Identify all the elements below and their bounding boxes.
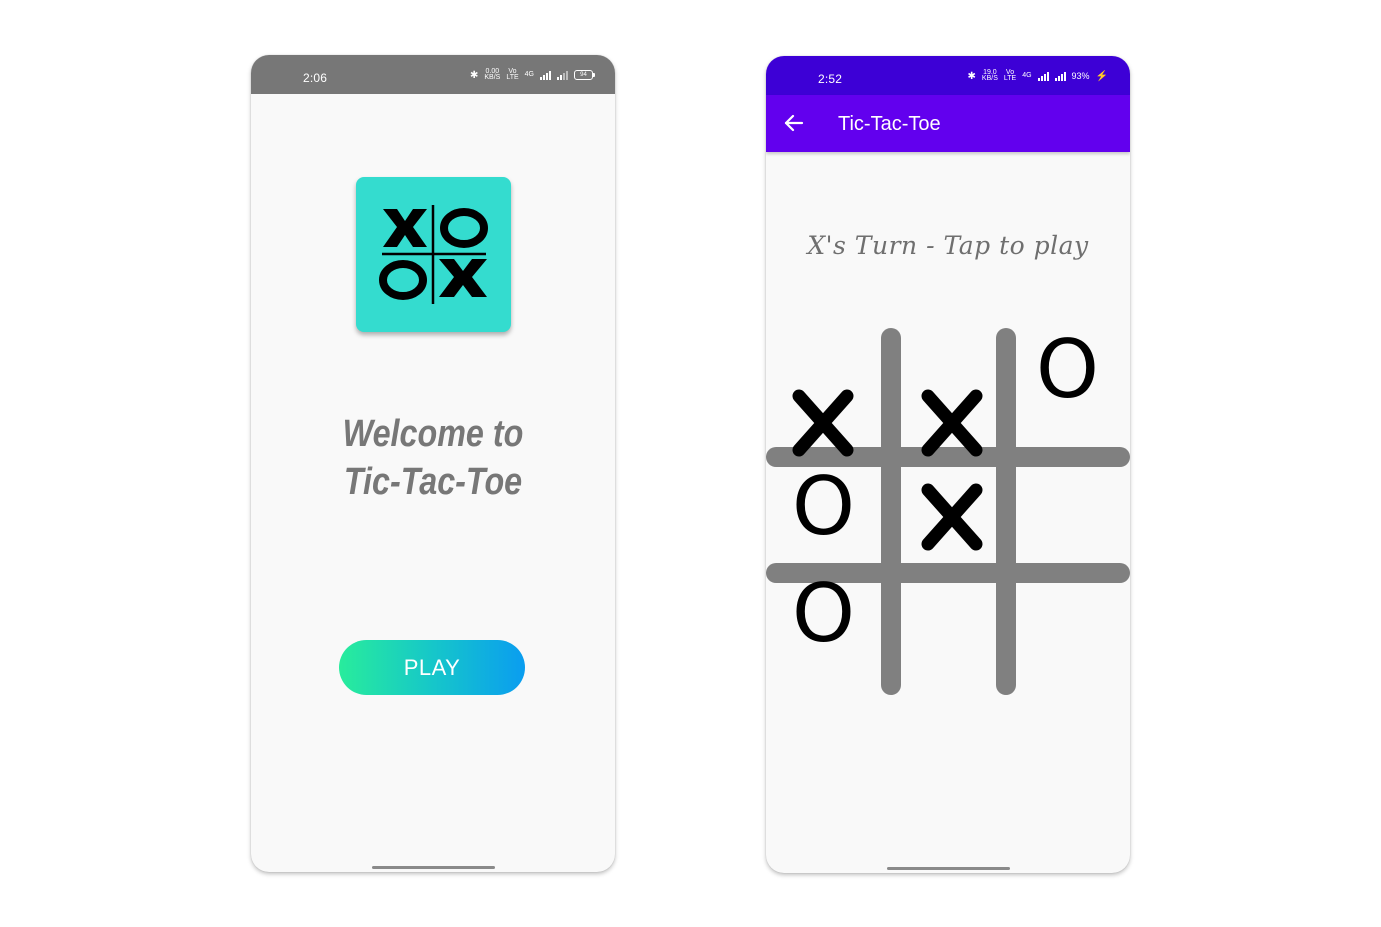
status-icons: ✱ 0.00 KB/S Vo LTE 4G 94 bbox=[469, 68, 595, 81]
x-mark bbox=[921, 483, 983, 551]
battery-icon: 94 bbox=[574, 70, 595, 80]
play-button[interactable]: PLAY bbox=[339, 640, 525, 695]
o-mark: O bbox=[792, 460, 855, 553]
arrow-left-icon[interactable] bbox=[780, 109, 808, 137]
network-type: 4G bbox=[524, 71, 534, 78]
board-cell[interactable]: O bbox=[1016, 326, 1130, 441]
board-cell[interactable] bbox=[901, 467, 1016, 582]
x-mark bbox=[921, 389, 983, 457]
welcome-line-1: Welcome to bbox=[342, 413, 524, 455]
o-mark: O bbox=[1036, 323, 1099, 416]
signal-icon bbox=[540, 70, 551, 80]
charging-icon: ⚡ bbox=[1095, 70, 1108, 82]
game-board: OOO bbox=[766, 326, 1130, 696]
volte-indicator: Vo LTE bbox=[506, 68, 519, 81]
status-time: 2:52 bbox=[818, 72, 843, 86]
status-bar: 2:06 ✱ 0.00 KB/S Vo LTE 4G 94 bbox=[251, 55, 615, 94]
home-indicator[interactable] bbox=[372, 866, 495, 869]
board-cell[interactable]: O bbox=[766, 570, 881, 698]
x-mark bbox=[792, 389, 854, 457]
board-cell[interactable] bbox=[901, 583, 1016, 698]
signal-icon-2 bbox=[1054, 71, 1066, 81]
board-cell[interactable] bbox=[901, 326, 1016, 457]
status-bar: 2:52 ✱ 19.0 KB/S Vo LTE 4G 93% ⚡ bbox=[766, 56, 1130, 95]
bluetooth-icon: ✱ bbox=[967, 70, 976, 82]
status-icons: ✱ 19.0 KB/S Vo LTE 4G 93% ⚡ bbox=[967, 69, 1108, 82]
game-screen: 2:52 ✱ 19.0 KB/S Vo LTE 4G 93% ⚡ Tic-Tac… bbox=[766, 56, 1130, 873]
signal-icon-2 bbox=[557, 70, 568, 80]
board-cell[interactable] bbox=[766, 326, 881, 457]
home-indicator[interactable] bbox=[887, 867, 1010, 870]
xo-logo-icon bbox=[356, 177, 511, 332]
welcome-screen: 2:06 ✱ 0.00 KB/S Vo LTE 4G 94 Welcome to… bbox=[251, 55, 615, 872]
grid-line-vertical bbox=[881, 328, 901, 695]
board-cell[interactable] bbox=[1016, 467, 1130, 582]
board-cell[interactable]: O bbox=[766, 463, 881, 582]
volte-indicator: Vo LTE bbox=[1003, 69, 1017, 82]
welcome-heading: Welcome to Tic-Tac-Toe bbox=[278, 410, 587, 506]
bluetooth-icon: ✱ bbox=[469, 69, 479, 81]
o-mark: O bbox=[792, 567, 855, 660]
app-toolbar: Tic-Tac-Toe bbox=[766, 95, 1130, 152]
network-speed: 19.0 KB/S bbox=[981, 69, 998, 82]
toolbar-title: Tic-Tac-Toe bbox=[838, 113, 941, 135]
status-time: 2:06 bbox=[303, 71, 328, 85]
turn-status: X's Turn - Tap to play bbox=[807, 231, 1089, 260]
battery-percent: 93% bbox=[1071, 70, 1090, 81]
board-cell[interactable] bbox=[1016, 583, 1130, 698]
network-speed: 0.00 KB/S bbox=[484, 68, 501, 81]
welcome-line-2: Tic-Tac-Toe bbox=[343, 461, 523, 503]
signal-icon bbox=[1037, 71, 1049, 81]
network-type: 4G bbox=[1022, 72, 1032, 79]
